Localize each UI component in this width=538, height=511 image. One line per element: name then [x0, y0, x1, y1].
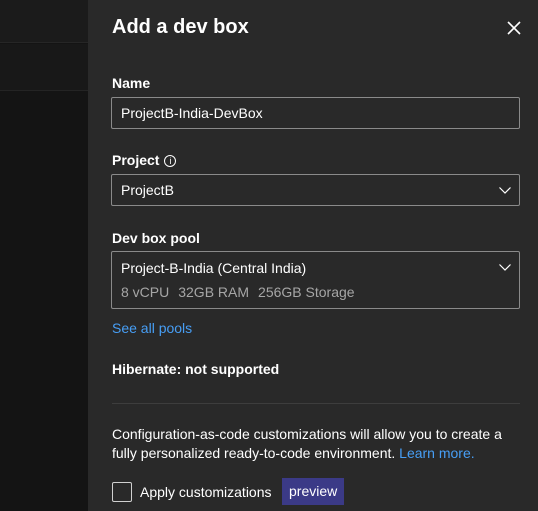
name-input[interactable]: ProjectB-India-DevBox: [111, 97, 520, 129]
project-dropdown[interactable]: ProjectB: [111, 174, 520, 206]
project-label-text: Project: [112, 152, 160, 168]
divider: [112, 403, 520, 404]
close-icon: [507, 21, 521, 35]
pool-storage: 256GB Storage: [258, 284, 355, 300]
pool-cpu: 8 vCPU: [121, 284, 170, 300]
project-dropdown-value: ProjectB: [121, 182, 174, 198]
background-overlay: [0, 0, 88, 511]
name-label: Name: [112, 75, 151, 91]
chevron-down-icon: [499, 264, 511, 271]
apply-customizations-label[interactable]: Apply customizations: [140, 484, 272, 500]
pool-name: Project-B-India (Central India): [121, 260, 307, 276]
background-toolbar: [0, 44, 88, 91]
close-button[interactable]: [504, 18, 524, 38]
background-header: [0, 0, 88, 43]
info-icon[interactable]: i: [164, 155, 177, 167]
add-dev-box-panel: Add a dev box Name ProjectB-India-DevBox…: [88, 0, 538, 511]
pool-specs: 8 vCPU 32GB RAM 256GB Storage: [121, 284, 510, 300]
pool-ram: 32GB RAM: [178, 284, 250, 300]
name-input-value: ProjectB-India-DevBox: [121, 105, 263, 121]
preview-badge: preview: [282, 478, 345, 505]
apply-customizations-checkbox[interactable]: [112, 482, 132, 502]
project-label: Project i: [112, 152, 177, 168]
dev-box-pool-label: Dev box pool: [112, 230, 200, 246]
dev-box-pool-dropdown[interactable]: Project-B-India (Central India) 8 vCPU 32…: [111, 251, 520, 309]
panel-title: Add a dev box: [112, 16, 249, 38]
hibernate-status: Hibernate: not supported: [112, 361, 280, 377]
customizations-description: Configuration-as-code customizations wil…: [112, 425, 522, 463]
chevron-down-icon: [499, 187, 511, 194]
learn-more-link[interactable]: Learn more.: [399, 445, 474, 461]
see-all-pools-link[interactable]: See all pools: [112, 320, 192, 336]
